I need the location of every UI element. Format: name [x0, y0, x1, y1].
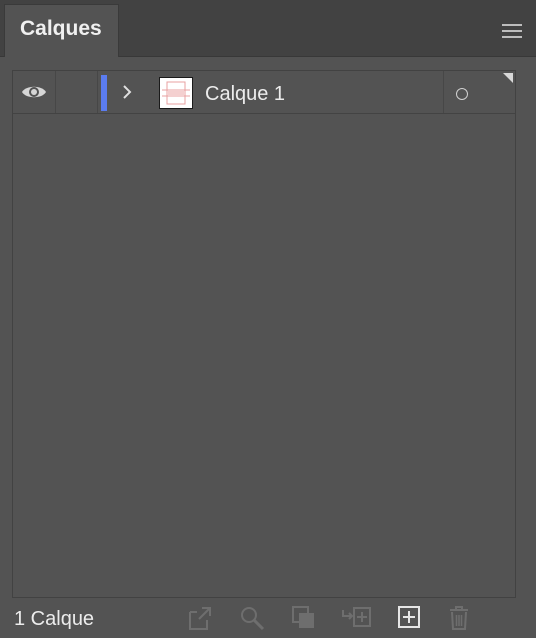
tab-calques[interactable]: Calques — [4, 4, 119, 57]
panel-footer: 1 Calque — [0, 600, 536, 638]
cell-divider — [97, 71, 98, 113]
panel-tab-bar: Calques — [0, 0, 536, 57]
export-icon[interactable] — [186, 604, 214, 632]
layer-count: 1 Calque — [14, 608, 95, 630]
make-clipping-mask-icon[interactable] — [290, 604, 318, 632]
target-circle-icon[interactable] — [456, 88, 468, 100]
chevron-right-icon[interactable] — [119, 83, 135, 101]
layer-thumbnail — [159, 77, 193, 109]
layers-panel: Calques Calque 1 1 Calque — [0, 0, 536, 638]
delete-layer-icon[interactable] — [446, 604, 474, 632]
layer-row[interactable]: Calque 1 — [13, 71, 515, 114]
layer-color-indicator — [101, 75, 107, 111]
eye-visibility-icon[interactable] — [21, 83, 47, 101]
lock-toggle[interactable] — [55, 71, 97, 113]
selection-corner-indicator — [503, 73, 513, 83]
create-sublayer-icon[interactable] — [340, 604, 374, 632]
hamburger-menu-icon[interactable] — [502, 22, 524, 38]
create-new-layer-icon[interactable] — [396, 604, 424, 632]
tab-label: Calques — [20, 17, 102, 40]
layers-list: Calque 1 — [12, 70, 516, 598]
locate-object-icon[interactable] — [238, 604, 266, 632]
cell-divider — [443, 71, 444, 113]
layer-name[interactable]: Calque 1 — [205, 71, 285, 113]
